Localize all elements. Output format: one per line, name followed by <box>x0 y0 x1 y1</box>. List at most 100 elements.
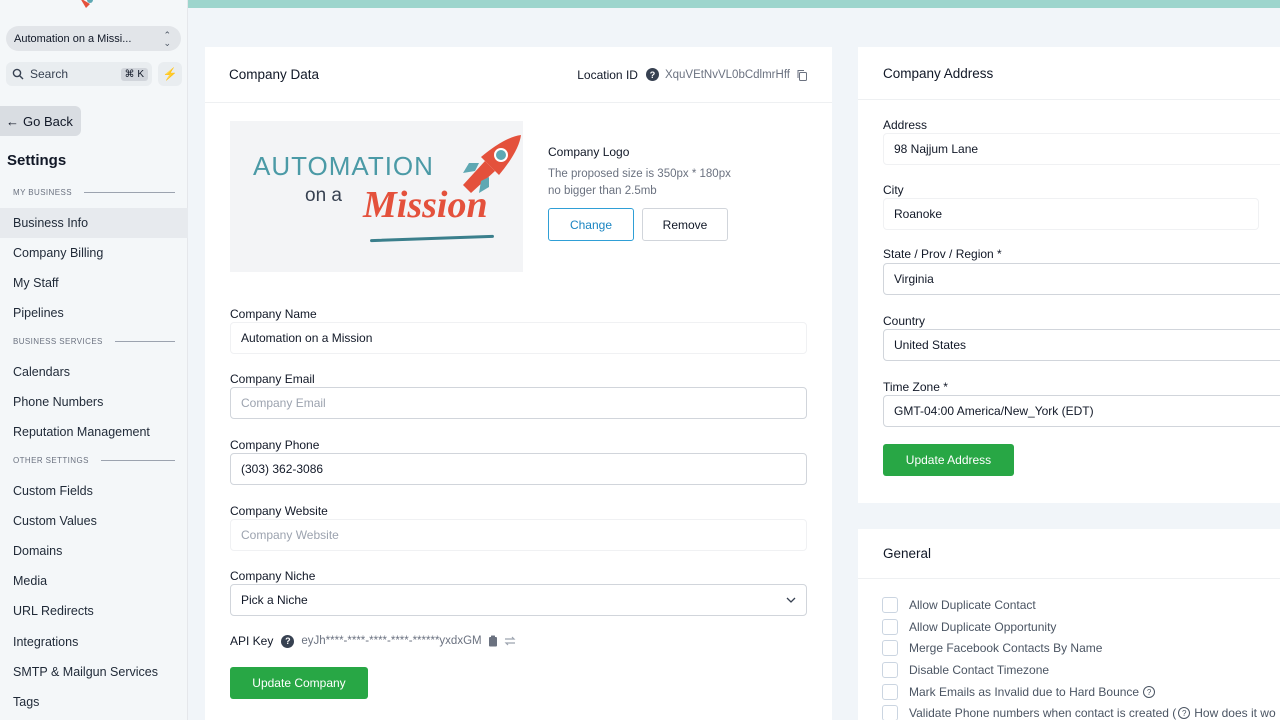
location-id-value: XquVEtNvVL0bCdlmrHff <box>664 68 790 81</box>
search-row: Search ⌘ K ⚡ <box>6 62 182 86</box>
company-data-header: Company Data Location ID ? XquVEtNvVL0bC… <box>205 47 832 103</box>
company-address-card: Company Address Address 98 Najjum Lane C… <box>858 47 1280 503</box>
company-name-label: Company Name <box>230 307 317 321</box>
sidebar-item-tags[interactable]: Tags <box>0 687 188 717</box>
company-address-title: Company Address <box>883 65 994 81</box>
logo-text-automation: AUTOMATION <box>253 151 434 181</box>
how-does-it-work-link[interactable]: How does it wo <box>1194 706 1275 720</box>
search-icon <box>12 68 24 80</box>
general-card: General Allow Duplicate Contact Allow Du… <box>858 529 1280 720</box>
sidebar-item-my-staff[interactable]: My Staff <box>0 268 188 298</box>
company-email-input[interactable]: Company Email <box>230 387 807 419</box>
sidebar-item-pipelines[interactable]: Pipelines <box>0 298 188 328</box>
sidebar-item-media[interactable]: Media <box>0 566 188 596</box>
clipboard-icon[interactable] <box>488 635 498 647</box>
company-address-header: Company Address <box>858 47 1280 100</box>
timezone-label: Time Zone * <box>883 380 948 394</box>
company-phone-label: Company Phone <box>230 438 320 452</box>
company-logo-label: Company Logo <box>548 145 630 159</box>
logo-hint-size: The proposed size is 350px * 180px <box>548 168 731 180</box>
company-niche-select[interactable]: Pick a Niche <box>230 584 807 616</box>
general-title: General <box>883 546 932 561</box>
help-outline-icon[interactable]: ? <box>1143 686 1156 698</box>
sidebar-item-custom-values[interactable]: Custom Values <box>0 506 188 536</box>
api-key-value: eyJh****-****-****-****-******yxdxGM <box>301 635 482 647</box>
section-other-settings: OTHER SETTINGS <box>13 456 175 465</box>
city-input[interactable]: Roanoke <box>883 198 1259 230</box>
location-name: Automation on a Missi... <box>14 32 132 45</box>
option-disable-contact-timezone[interactable]: Disable Contact Timezone <box>882 662 1049 678</box>
logo-text-on-a: on a <box>305 185 342 206</box>
company-logo-preview: AUTOMATION on a Mission <box>230 121 523 272</box>
logo-hint-weight: no bigger than 2.5mb <box>548 185 657 197</box>
location-id-label: Location ID <box>577 67 638 82</box>
general-header: General <box>858 529 1280 579</box>
rocket-logo-icon <box>81 0 93 8</box>
search-button[interactable]: Search ⌘ K <box>6 62 152 86</box>
sidebar-item-company-billing[interactable]: Company Billing <box>0 238 188 268</box>
update-company-button[interactable]: Update Company <box>230 667 368 699</box>
arrow-left-icon: ← <box>6 113 19 129</box>
sidebar-item-smtp[interactable]: SMTP & Mailgun Services <box>0 657 188 687</box>
address-input[interactable]: 98 Najjum Lane <box>883 133 1280 165</box>
state-input[interactable]: Virginia <box>883 263 1280 295</box>
api-key-label: API Key <box>230 634 274 648</box>
option-validate-phone-numbers[interactable]: Validate Phone numbers when contact is c… <box>882 705 1276 720</box>
search-shortcut: ⌘ K <box>120 67 148 81</box>
company-phone-input[interactable]: (303) 362-3086 <box>230 453 807 485</box>
checkbox[interactable] <box>882 597 898 613</box>
sidebar: Automation on a Missi... ⌃ ⌄ Search ⌘ K ⚡… <box>0 0 188 720</box>
timezone-select[interactable]: GMT-04:00 America/New_York (EDT) <box>883 395 1280 427</box>
option-allow-duplicate-opportunity[interactable]: Allow Duplicate Opportunity <box>882 619 1056 635</box>
checkbox[interactable] <box>882 619 898 635</box>
sidebar-item-business-info[interactable]: Business Info <box>0 208 188 238</box>
company-data-title: Company Data <box>229 67 320 82</box>
sidebar-item-reputation-management[interactable]: Reputation Management <box>0 417 188 447</box>
lightning-icon: ⚡ <box>162 67 178 81</box>
sidebar-item-custom-fields[interactable]: Custom Fields <box>0 476 188 506</box>
sidebar-item-calendars[interactable]: Calendars <box>0 357 188 387</box>
country-select[interactable]: United States <box>883 329 1280 361</box>
go-back-button[interactable]: ← Go Back <box>0 106 81 136</box>
address-label: Address <box>883 118 928 132</box>
api-key-row: API Key ? eyJh****-****-****-****-******… <box>230 634 516 648</box>
copy-icon[interactable] <box>796 69 808 81</box>
company-name-input[interactable]: Automation on a Mission <box>230 322 807 354</box>
option-mark-emails-invalid[interactable]: Mark Emails as Invalid due to Hard Bounc… <box>882 684 1156 700</box>
company-niche-label: Company Niche <box>230 569 316 583</box>
checkbox[interactable] <box>882 662 898 678</box>
company-data-card: Company Data Location ID ? XquVEtNvVL0bC… <box>205 47 832 720</box>
company-email-label: Company Email <box>230 372 315 386</box>
company-niche-value: Pick a Niche <box>241 593 308 607</box>
api-key-help-icon[interactable]: ? <box>281 634 295 648</box>
sidebar-item-domains[interactable]: Domains <box>0 536 188 566</box>
go-back-label: Go Back <box>23 113 73 129</box>
logo-underline <box>369 234 495 243</box>
checkbox[interactable] <box>882 705 898 720</box>
state-label: State / Prov / Region * <box>883 247 1002 261</box>
chevron-updown-icon: ⌃ ⌄ <box>163 29 171 48</box>
sidebar-item-integrations[interactable]: Integrations <box>0 627 188 657</box>
sidebar-item-url-redirects[interactable]: URL Redirects <box>0 596 188 626</box>
help-outline-icon[interactable]: ? <box>1178 707 1191 719</box>
city-label: City <box>883 183 904 197</box>
country-label: Country <box>883 314 926 328</box>
change-logo-button[interactable]: Change <box>548 208 634 241</box>
search-label: Search <box>30 67 69 81</box>
settings-title: Settings <box>7 152 67 169</box>
company-website-input[interactable]: Company Website <box>230 519 807 551</box>
option-merge-facebook-contacts[interactable]: Merge Facebook Contacts By Name <box>882 640 1102 656</box>
company-website-label: Company Website <box>230 504 328 518</box>
option-allow-duplicate-contact[interactable]: Allow Duplicate Contact <box>882 597 1036 613</box>
regenerate-icon[interactable] <box>504 636 516 646</box>
sidebar-item-phone-numbers[interactable]: Phone Numbers <box>0 387 188 417</box>
location-switcher[interactable]: Automation on a Missi... ⌃ ⌄ <box>6 26 181 51</box>
checkbox[interactable] <box>882 640 898 656</box>
quick-actions-button[interactable]: ⚡ <box>158 62 182 86</box>
update-address-button[interactable]: Update Address <box>883 444 1014 476</box>
help-icon[interactable]: ? <box>645 68 659 81</box>
top-bar <box>188 0 1280 8</box>
section-business-services: BUSINESS SERVICES <box>13 337 175 346</box>
checkbox[interactable] <box>882 684 898 700</box>
remove-logo-button[interactable]: Remove <box>642 208 728 241</box>
